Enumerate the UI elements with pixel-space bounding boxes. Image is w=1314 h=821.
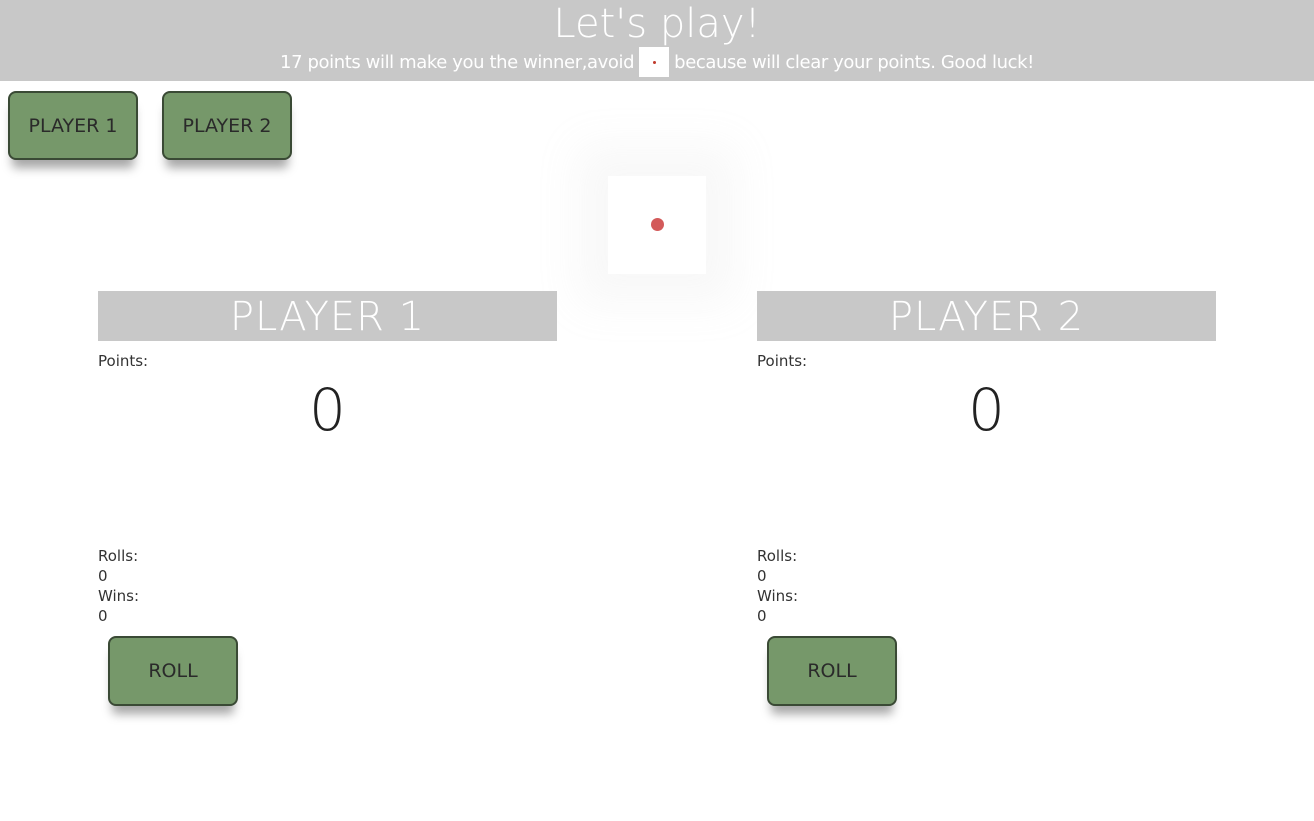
player2-wins-label: Wins: [757, 587, 799, 605]
player1-wins-label: Wins: [98, 587, 140, 605]
player1-title: PLAYER 1 [98, 291, 557, 341]
page-title: Let's play! [553, 1, 761, 47]
player1-points-value: 0 [309, 376, 346, 444]
player2-points-value: 0 [968, 376, 1005, 444]
player2-rolls-label: Rolls: [757, 547, 798, 565]
player1-rolls-label: Rolls: [98, 547, 139, 565]
header: Let's play! 17 points will make you the … [0, 0, 1314, 81]
player2-select-button[interactable]: PLAYER 2 [162, 91, 292, 160]
player2-roll-button[interactable]: ROLL [767, 636, 897, 706]
player1-roll-button[interactable]: ROLL [108, 636, 238, 706]
rules-text-before: 17 points will make you the winner,avoid [280, 51, 635, 73]
one-die-icon [639, 47, 670, 77]
rules-text-after: because will clear your points. Good luc… [674, 51, 1034, 73]
player1-select-button[interactable]: PLAYER 1 [8, 91, 138, 160]
player1-panel: PLAYER 1 Points: 0 Rolls: 0 Wins: 0 [98, 291, 557, 625]
player2-points-label: Points: [757, 352, 808, 370]
dice [608, 176, 706, 274]
die-pip [651, 218, 664, 231]
player2-panel: PLAYER 2 Points: 0 Rolls: 0 Wins: 0 [757, 291, 1216, 625]
player2-title: PLAYER 2 [757, 291, 1216, 341]
player1-wins-value: 0 [98, 607, 108, 625]
player2-wins-value: 0 [757, 607, 767, 625]
player1-points-label: Points: [98, 352, 149, 370]
die-pip [653, 61, 657, 64]
player1-rolls-value: 0 [98, 567, 108, 585]
player2-rolls-value: 0 [757, 567, 767, 585]
rules-text: 17 points will make you the winner,avoid… [0, 46, 1314, 78]
